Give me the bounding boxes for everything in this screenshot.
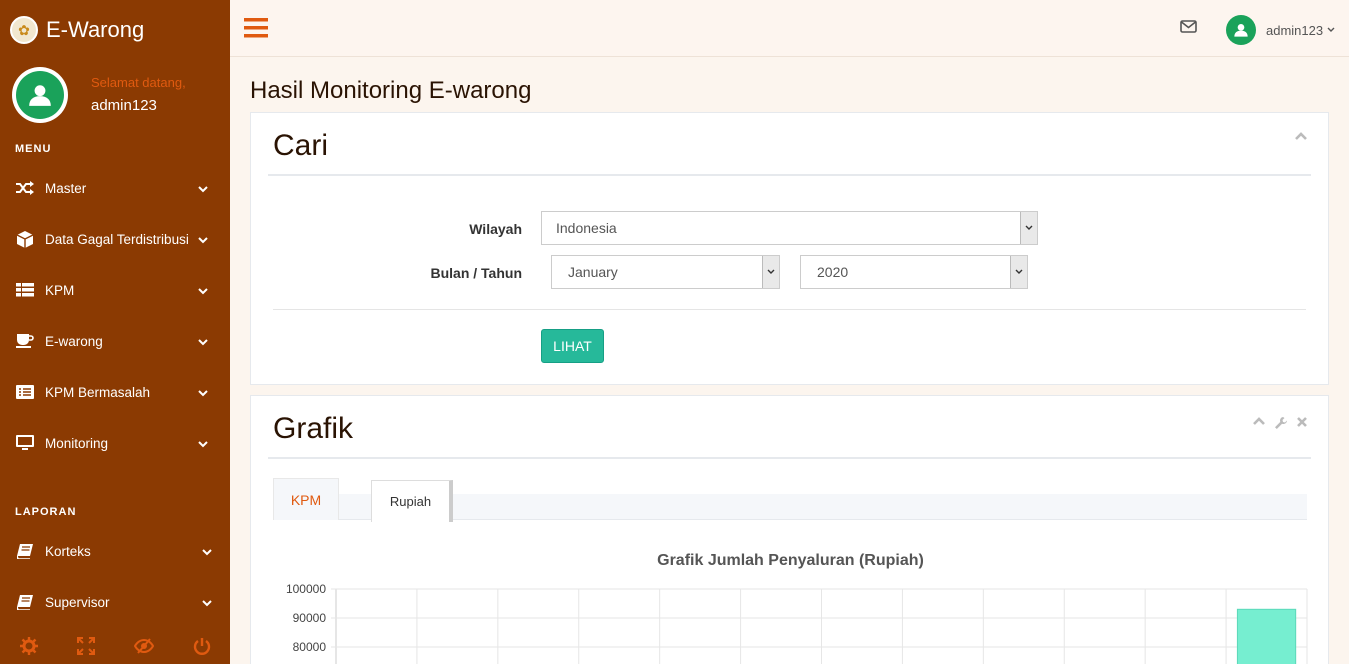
desktop-icon	[15, 435, 35, 451]
panel-tools	[1252, 416, 1308, 430]
chevron-down-icon	[1327, 27, 1335, 33]
collapse-icon[interactable]	[1294, 131, 1308, 141]
profile-avatar	[12, 67, 68, 123]
report-section-label: LAPORAN	[15, 506, 77, 518]
panel-tools	[1294, 131, 1308, 141]
year-select-value: 2020	[817, 264, 849, 280]
sidebar-item-master[interactable]: Master	[0, 168, 230, 208]
chart-title: Grafik Jumlah Penyaluran (Rupiah)	[657, 552, 924, 569]
sidebar-item-kpm-bermasalah[interactable]: KPM Bermasalah	[0, 372, 230, 412]
eye-slash-icon[interactable]	[133, 638, 154, 654]
year-select[interactable]: 2020	[800, 255, 1028, 289]
tab-kpm[interactable]: KPM	[273, 478, 339, 520]
wilayah-select[interactable]: Indonesia	[541, 211, 1038, 245]
avatar	[1226, 15, 1256, 45]
sidebar-item-label: Master	[45, 180, 87, 196]
settings-icon[interactable]	[19, 637, 38, 655]
sidebar-item-label: KPM Bermasalah	[45, 384, 151, 400]
brand[interactable]: ✿ E-Warong	[10, 14, 144, 46]
shuffle-icon	[15, 181, 35, 195]
fullscreen-icon[interactable]	[76, 637, 95, 655]
chevron-down-icon	[198, 436, 208, 451]
y-tick-label: 100000	[286, 582, 326, 596]
chevron-down-icon	[202, 544, 212, 559]
brand-title: E-Warong	[46, 17, 145, 42]
book-icon	[15, 543, 35, 559]
page-title: Hasil Monitoring E-warong	[250, 77, 532, 104]
close-icon[interactable]	[1296, 416, 1308, 430]
search-panel: Cari Wilayah Indonesia Bulan / Tahun Jan…	[250, 112, 1329, 385]
chevron-down-icon	[1010, 256, 1027, 288]
period-label: Bulan / Tahun	[430, 265, 522, 281]
sidebar-footer	[0, 628, 230, 664]
topbar-username: admin123	[1266, 22, 1324, 38]
chevron-down-icon	[1020, 212, 1037, 244]
panel-divider	[268, 457, 1311, 459]
welcome-text: Selamat datang,	[91, 75, 186, 90]
wilayah-select-value: Indonesia	[556, 220, 617, 236]
sidebar-item-label: Data Gagal Terdistribusi	[45, 231, 189, 247]
chart-panel: Grafik KPM Rupiah Grafik Jumlah Penyalur…	[250, 395, 1329, 664]
table-icon	[15, 283, 35, 297]
sidebar-item-supervisor[interactable]: Supervisor	[0, 582, 230, 622]
form-divider	[273, 309, 1306, 310]
chart-panel-title: Grafik	[273, 412, 354, 445]
sidebar-item-monitoring[interactable]: Monitoring	[0, 423, 230, 463]
book-icon	[15, 594, 35, 610]
sidebar-item-ewarong[interactable]: E-warong	[0, 321, 230, 361]
sidebar-item-label: Monitoring	[45, 435, 109, 451]
user-menu[interactable]: admin123	[1226, 15, 1335, 45]
menu-section-label: MENU	[15, 143, 52, 155]
chevron-down-icon	[198, 334, 208, 349]
wilayah-label: Wilayah	[469, 221, 522, 237]
cube-icon	[15, 230, 35, 248]
power-icon[interactable]	[193, 637, 211, 655]
sidebar-item-label: Korteks	[45, 543, 91, 559]
list-icon	[15, 385, 35, 399]
sidebar-item-data-gagal[interactable]: Data Gagal Terdistribusi	[0, 219, 230, 259]
sidebar-item-label: E-warong	[45, 333, 103, 349]
month-select[interactable]: January	[551, 255, 780, 289]
y-tick-label: 80000	[293, 640, 327, 654]
month-select-value: January	[568, 264, 618, 280]
chevron-down-icon	[762, 256, 779, 288]
tab-rupiah[interactable]: Rupiah	[371, 480, 453, 522]
collapse-icon[interactable]	[1252, 416, 1266, 430]
sidebar-item-label: Supervisor	[45, 594, 110, 610]
sidebar-item-label: KPM	[45, 282, 75, 298]
chevron-down-icon	[198, 232, 208, 247]
chevron-down-icon	[198, 283, 208, 298]
wrench-icon[interactable]	[1274, 416, 1288, 430]
chevron-down-icon	[198, 181, 208, 196]
sidebar-item-kpm[interactable]: KPM	[0, 270, 230, 310]
brand-logo-icon: ✿	[10, 16, 38, 44]
sidebar: ✿ E-Warong Selamat datang, admin123 MENU…	[0, 0, 230, 664]
bar-chart: 100000 90000 80000	[286, 582, 1308, 664]
lihat-button[interactable]: LIHAT	[541, 329, 604, 363]
mail-icon[interactable]	[1180, 20, 1197, 38]
menu-toggle-icon[interactable]	[244, 18, 268, 43]
panel-divider	[268, 174, 1311, 176]
chevron-down-icon	[202, 595, 212, 610]
topbar: admin123	[230, 0, 1349, 57]
search-panel-title: Cari	[273, 129, 329, 162]
y-tick-label: 90000	[293, 611, 327, 625]
sidebar-item-korteks[interactable]: Korteks	[0, 531, 230, 571]
user-icon	[29, 85, 51, 106]
chart-bar[interactable]	[1236, 608, 1297, 664]
chevron-down-icon	[198, 385, 208, 400]
sidebar-username: admin123	[91, 97, 157, 114]
coffee-icon	[15, 334, 35, 348]
